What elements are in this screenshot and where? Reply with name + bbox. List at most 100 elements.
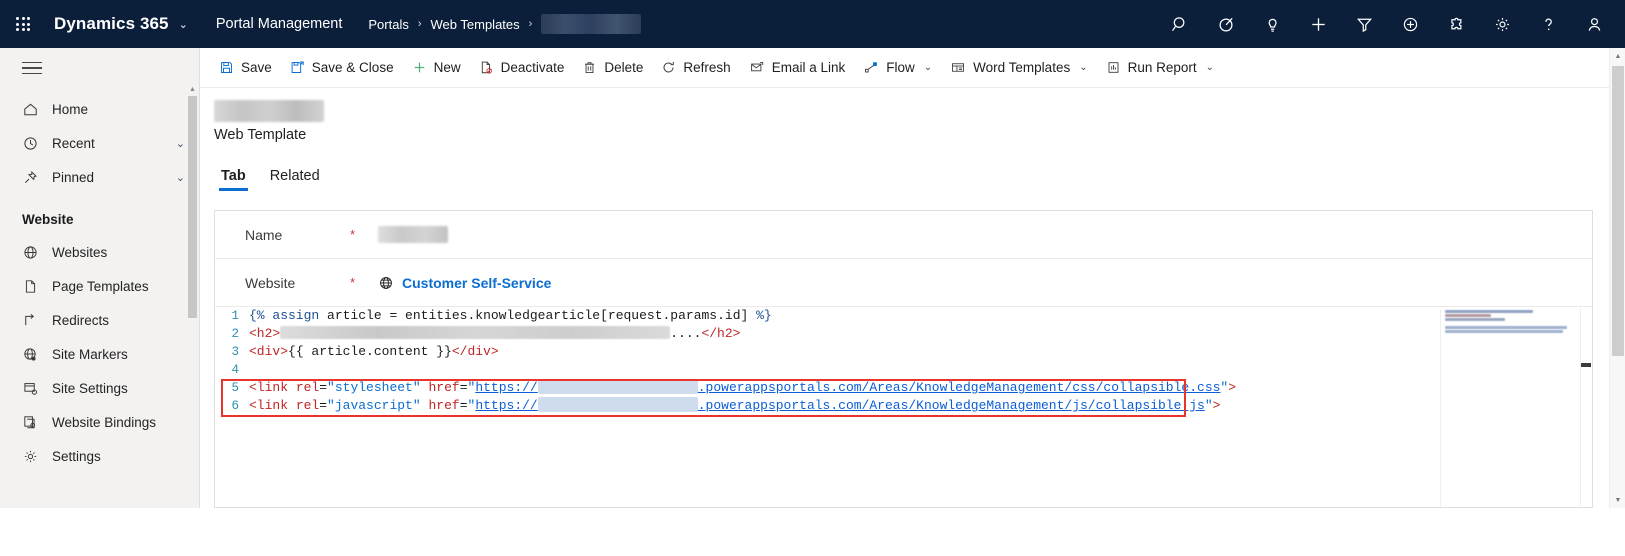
delete-button[interactable]: Delete [573,48,652,88]
filter-icon[interactable] [1341,0,1387,48]
code-line-number: 6 [231,399,239,413]
sidebar-item-recent[interactable]: Recent ⌄ [0,126,199,160]
page-scrollbar[interactable]: ▲ ▼ [1609,48,1625,508]
plus-icon [412,60,427,75]
code-line-number: 4 [231,363,239,377]
sidebar-item-pinned[interactable]: Pinned ⌄ [0,160,199,194]
save-button[interactable]: Save [210,48,281,88]
chevron-down-icon[interactable]: ⌄ [924,62,932,73]
deactivate-button[interactable]: Deactivate [470,48,574,88]
email-a-link-button[interactable]: Email a Link [740,48,855,88]
sidebar-item-site-markers[interactable]: Site Markers [0,337,199,371]
page-scrollbar-thumb[interactable] [1612,66,1624,356]
run-report-button[interactable]: Run Report ⌄ [1097,48,1223,88]
app-name-label[interactable]: Portal Management [216,16,343,32]
command-label: Delete [604,60,644,75]
code-minimap[interactable] [1440,309,1580,507]
breadcrumb-item-portals[interactable]: Portals [368,17,408,32]
sidebar-item-site-settings[interactable]: Site Settings [0,371,199,405]
code-line[interactable]: 5 <link rel="stylesheet" href="https://.p… [215,379,1592,397]
home-icon [22,101,46,118]
code-token: > [1212,398,1221,413]
code-line[interactable]: 2 <h2> ....</h2> [215,325,1592,343]
command-label: Word Templates [973,60,1071,75]
command-label: Flow [886,60,915,75]
code-line[interactable]: 4 [215,361,1592,379]
code-line[interactable]: 6 <link rel="javascript" href="https://.p… [215,397,1592,415]
sidebar-item-website-bindings[interactable]: Website Bindings [0,405,199,439]
circle-plus-icon[interactable] [1387,0,1433,48]
save-and-close-button[interactable]: Save & Close [281,48,403,88]
command-label: Email a Link [771,60,846,75]
help-icon[interactable] [1525,0,1571,48]
add-icon[interactable] [1295,0,1341,48]
code-redacted-url [537,397,698,412]
site-map-toggle-icon[interactable] [0,48,199,88]
user-avatar-icon[interactable] [1571,0,1617,48]
code-line-number: 3 [231,345,239,359]
code-token: </h2> [701,326,741,341]
minimap-line [1445,310,1533,313]
code-token: assign [272,308,320,323]
refresh-icon [661,60,676,75]
sidebar-item-websites[interactable]: Websites [0,235,199,269]
sidebar-item-redirects[interactable]: Redirects [0,303,199,337]
gear-icon[interactable] [1479,0,1525,48]
chevron-down-icon[interactable]: ⌄ [176,137,185,150]
sidebar-item-page-templates[interactable]: Page Templates [0,269,199,303]
code-redacted-url [537,379,698,394]
app-launcher-icon[interactable] [0,17,46,31]
tab-related[interactable]: Related [264,168,326,191]
editor-scrollbar[interactable] [1580,307,1592,507]
website-lookup-link[interactable]: Customer Self-Service [378,275,551,291]
code-line[interactable]: 1 {% assign article = entities.knowledgea… [215,307,1592,325]
save-icon [219,60,234,75]
chevron-down-icon[interactable]: ⌄ [1206,62,1214,73]
diagnostics-icon[interactable] [1203,0,1249,48]
name-field-value-redacted[interactable] [378,226,448,243]
code-editor[interactable]: 1 {% assign article = entities.knowledgea… [215,307,1592,507]
puzzle-icon[interactable] [1433,0,1479,48]
new-button[interactable]: New [403,48,470,88]
sidebar-item-label: Settings [52,448,101,464]
scroll-up-icon[interactable]: ▲ [188,86,197,94]
chevron-down-icon[interactable]: ⌄ [176,171,185,184]
lightbulb-icon[interactable] [1249,0,1295,48]
field-label: Website [245,274,296,291]
scroll-down-icon[interactable]: ▼ [1610,492,1625,508]
tab-tab[interactable]: Tab [215,168,252,191]
search-icon[interactable] [1157,0,1203,48]
chevron-down-icon[interactable]: ⌄ [1079,62,1087,73]
sidebar-scrollbar[interactable]: ▲ [188,86,197,386]
brand-title[interactable]: Dynamics 365 [54,14,169,34]
refresh-button[interactable]: Refresh [652,48,739,88]
breadcrumb-item-record-redacted[interactable] [541,14,642,34]
sidebar-item-settings[interactable]: Settings [0,439,199,473]
sidebar-item-label: Site Settings [52,380,128,396]
breadcrumb: Portals › Web Templates › [368,14,642,34]
command-bar: Save Save & Close New Deactivate Delete … [200,48,1625,88]
sidebar-item-label: Home [52,101,89,117]
code-line-number: 1 [231,309,239,323]
breadcrumb-item-web-templates[interactable]: Web Templates [431,17,520,32]
editor-scrollbar-thumb[interactable] [1581,363,1591,367]
code-token: <link [249,380,289,395]
command-label: Save [241,60,272,75]
brand-chevron-down-icon[interactable]: ⌄ [179,18,188,31]
code-token: = [459,398,468,413]
code-line[interactable]: 3 <div>{{ article.content }}</div> [215,343,1592,361]
sidebar-item-home[interactable]: Home [0,92,199,126]
sidebar-top-items: Home Recent ⌄ Pinned ⌄ [0,88,199,194]
code-line-list[interactable]: 1 {% assign article = entities.knowledgea… [215,307,1592,415]
code-line-number: 2 [231,327,239,341]
code-token: = [319,398,328,413]
word-templates-button[interactable]: Word Templates ⌄ [941,48,1096,88]
code-token: {{ article.content }} [288,344,452,359]
email-link-icon [749,60,765,75]
scroll-up-icon[interactable]: ▲ [1610,48,1625,64]
sidebar-item-label: Site Markers [52,346,128,362]
flow-button[interactable]: Flow ⌄ [854,48,941,88]
sidebar-scrollbar-thumb[interactable] [188,96,197,318]
code-line-text: <link rel="javascript" href="https://.po… [249,397,1592,415]
code-token: https:// [475,398,538,413]
